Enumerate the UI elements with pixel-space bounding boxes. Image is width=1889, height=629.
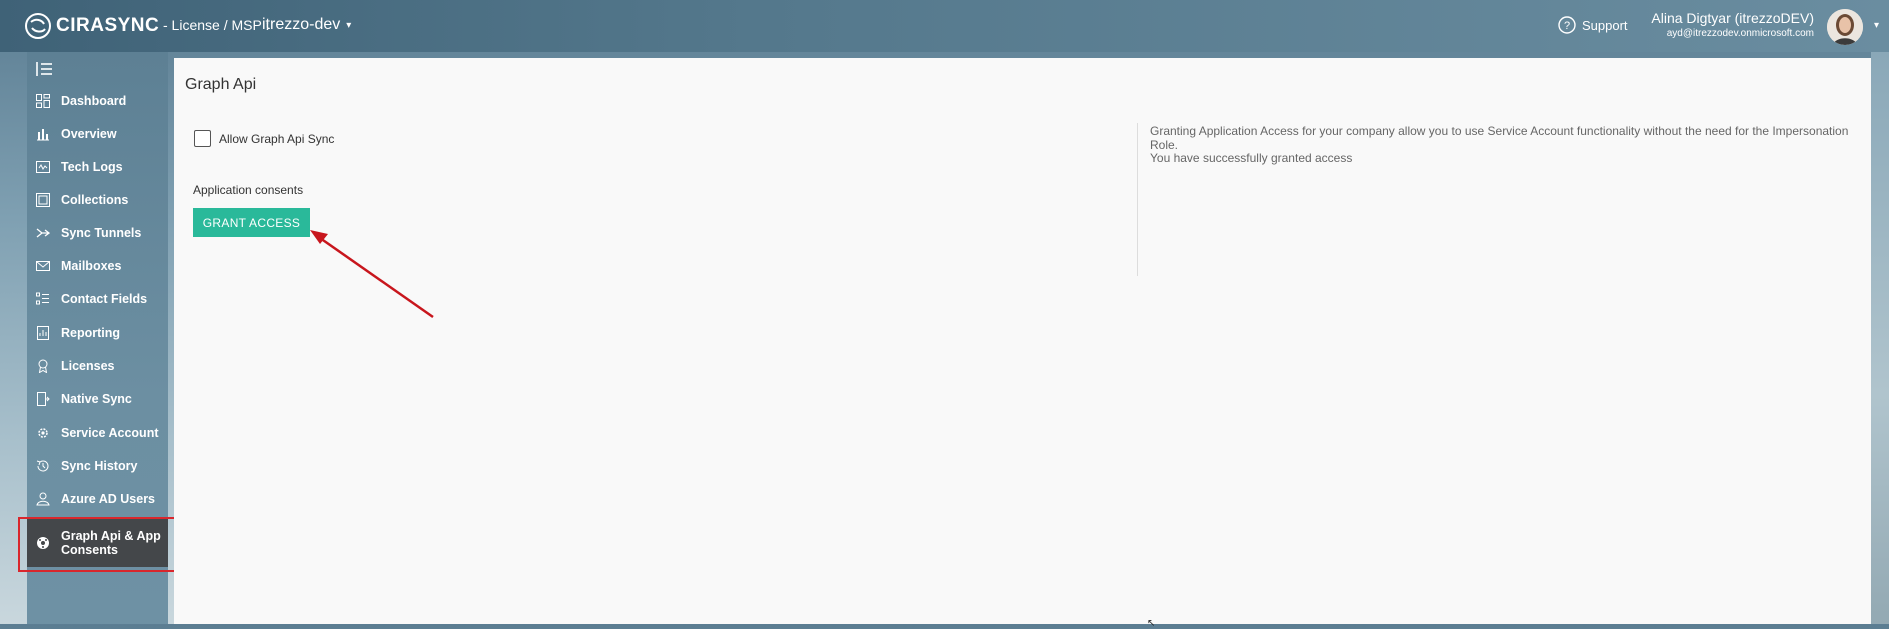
- sidebar-item-licenses[interactable]: Licenses: [27, 351, 168, 381]
- users-icon: [35, 491, 51, 507]
- allow-graph-api-sync-row[interactable]: Allow Graph Api Sync: [194, 130, 334, 147]
- org-selector[interactable]: itrezzo-dev ▾: [262, 16, 351, 34]
- log-icon: [35, 159, 51, 175]
- user-email: ayd@itrezzodev.onmicrosoft.com: [1666, 28, 1814, 39]
- sidebar-item-service-account[interactable]: Service Account: [27, 418, 168, 448]
- sidebar-item-label: Reporting: [61, 326, 121, 340]
- sidebar-item-collections[interactable]: Collections: [27, 185, 168, 215]
- sidebar-item-label: Overview: [61, 127, 117, 141]
- top-bar: CIRASYNC - License / MSP : itrezzo-dev ▾…: [0, 0, 1889, 52]
- sidebar-item-mailboxes[interactable]: Mailboxes: [27, 251, 168, 281]
- question-circle-icon: ?: [1558, 16, 1576, 34]
- sidebar-item-contact-fields[interactable]: Contact Fields: [27, 284, 168, 314]
- sidebar-item-label: Native Sync: [61, 392, 132, 406]
- svg-text:?: ?: [1564, 20, 1570, 32]
- grant-access-button[interactable]: GRANT ACCESS: [193, 208, 310, 237]
- sidebar-item-sync-history[interactable]: Sync History: [27, 451, 168, 481]
- user-chevron-down-icon[interactable]: ▾: [1874, 20, 1879, 31]
- main-panel: Graph Api Allow Graph Api Sync Applicati…: [174, 58, 1871, 624]
- sidebar-item-label: Dashboard: [61, 94, 127, 108]
- collections-icon: [35, 192, 51, 208]
- fields-icon: [35, 291, 51, 307]
- background-strip: [1871, 52, 1889, 624]
- sidebar-item-label: Mailboxes: [61, 259, 122, 273]
- report-icon: [35, 325, 51, 341]
- tunnel-icon: [35, 225, 51, 241]
- user-menu[interactable]: Alina Digtyar (itrezzoDEV) ayd@itrezzode…: [1651, 10, 1814, 39]
- sidebar-item-label: Azure AD Users: [61, 492, 156, 506]
- sidebar-item-label: Tech Logs: [61, 160, 123, 174]
- org-name: itrezzo-dev: [262, 16, 341, 33]
- sidebar-item-label: Licenses: [61, 359, 115, 373]
- allow-graph-api-sync-checkbox[interactable]: [194, 130, 211, 147]
- user-name: Alina Digtyar (itrezzoDEV): [1651, 10, 1814, 26]
- cirasync-logo-icon: [25, 13, 51, 39]
- brand-logo[interactable]: CIRASYNC: [24, 12, 159, 40]
- page-title: Graph Api: [185, 76, 257, 93]
- sidebar-item-tech-logs[interactable]: Tech Logs: [27, 152, 168, 182]
- brand-name: CIRASYNC: [56, 15, 160, 36]
- dashboard-icon: [35, 93, 51, 109]
- support-label: Support: [1582, 17, 1628, 33]
- user-photo-icon: [1827, 9, 1863, 45]
- sidebar-item-label: Service Account: [61, 426, 159, 440]
- breadcrumb: - License / MSP :: [163, 17, 270, 33]
- status-text: You have successfully granted access: [1150, 151, 1353, 165]
- annotation-arrow-icon: [310, 230, 434, 319]
- support-link[interactable]: ? Support: [1558, 16, 1628, 34]
- vertical-divider: [1137, 123, 1138, 276]
- sidebar-item-reporting[interactable]: Reporting: [27, 318, 168, 348]
- sidebar-item-dashboard[interactable]: Dashboard: [27, 86, 168, 116]
- sidebar-item-sync-tunnels[interactable]: Sync Tunnels: [27, 218, 168, 248]
- avatar[interactable]: [1827, 9, 1863, 45]
- envelope-icon: [35, 258, 51, 274]
- sidebar-item-label: Contact Fields: [61, 292, 148, 306]
- history-icon: [35, 458, 51, 474]
- sidebar-item-azure-ad-users[interactable]: Azure AD Users: [27, 484, 168, 514]
- bar-chart-icon: [35, 126, 51, 142]
- info-text: Granting Application Access for your com…: [1150, 124, 1849, 152]
- native-sync-icon: [35, 391, 51, 407]
- sidebar-item-label: Sync Tunnels: [61, 226, 142, 240]
- menu-toggle-icon[interactable]: [35, 60, 55, 78]
- application-consents-label: Application consents: [193, 183, 304, 197]
- sidebar-item-native-sync[interactable]: Native Sync: [27, 384, 168, 414]
- sidebar-item-label: Collections: [61, 193, 129, 207]
- badge-icon: [35, 358, 51, 374]
- gear-user-icon: [35, 425, 51, 441]
- checkbox-label: Allow Graph Api Sync: [219, 131, 335, 146]
- chevron-down-icon: ▾: [346, 19, 352, 31]
- sidebar-item-overview[interactable]: Overview: [27, 119, 168, 149]
- sidebar-item-label: Sync History: [61, 459, 138, 473]
